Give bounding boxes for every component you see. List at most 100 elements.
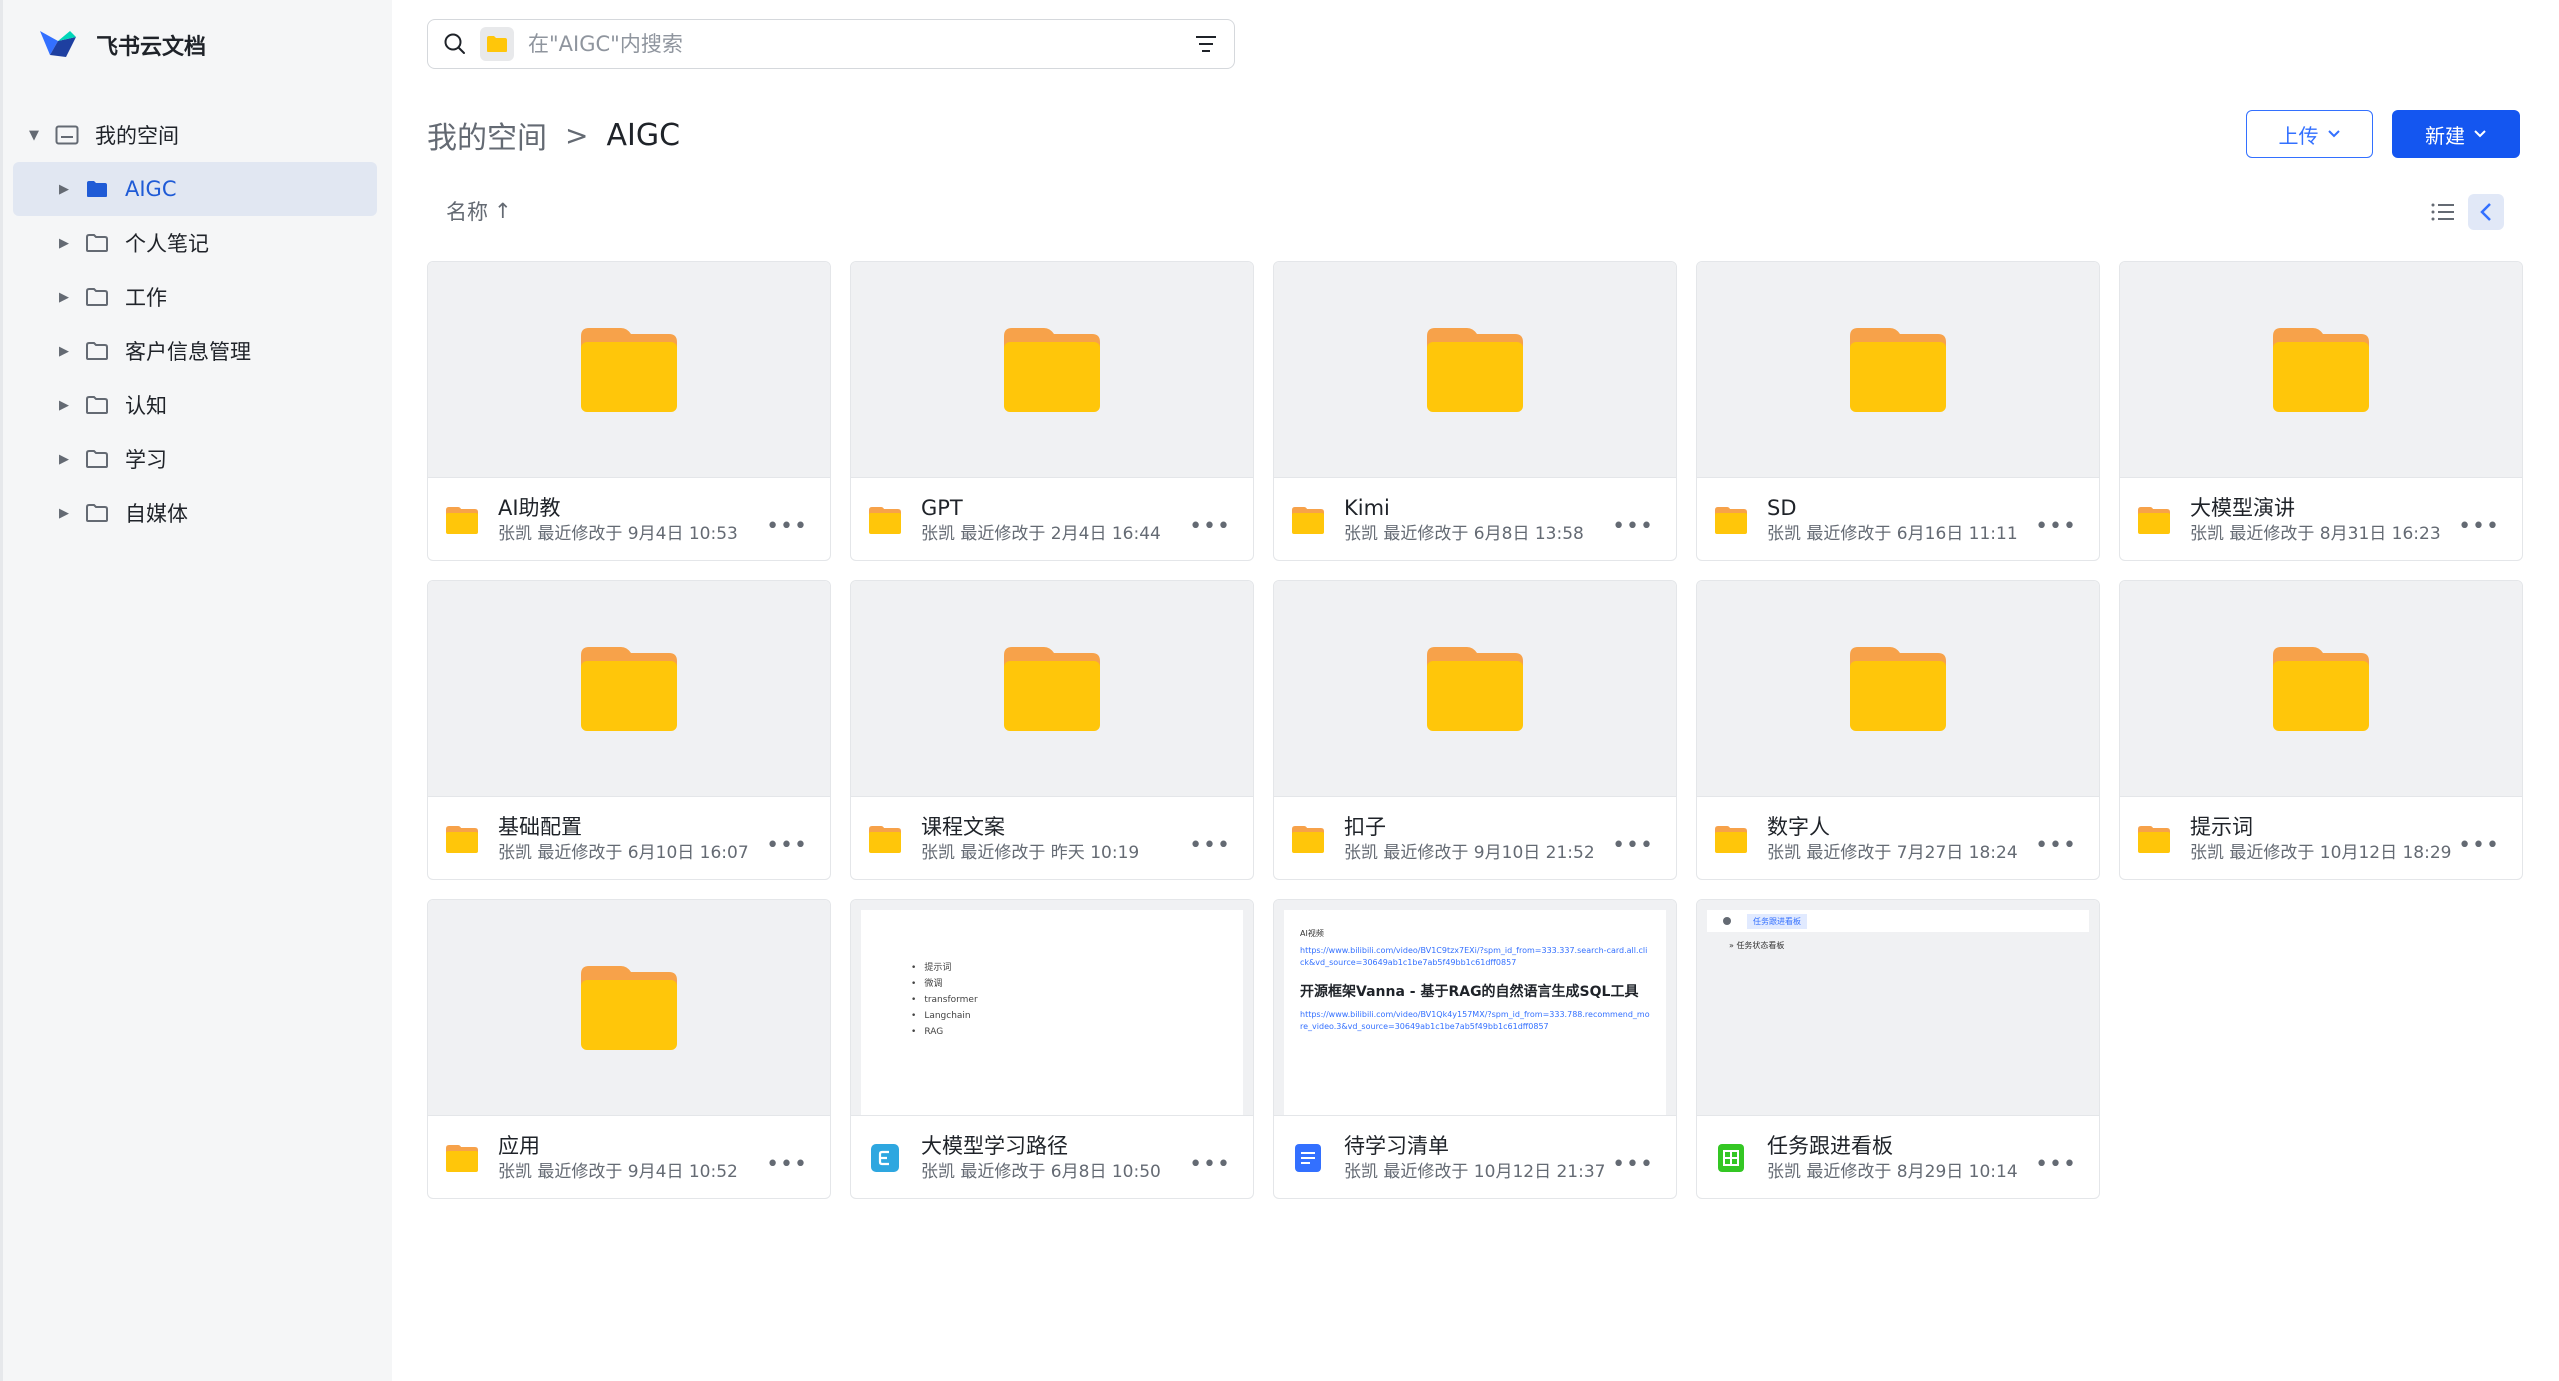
folder-thumbnail-icon bbox=[1850, 646, 1946, 731]
folder-card[interactable]: GPT 张凯 最近修改于 2月4日 16:44 ••• bbox=[850, 261, 1254, 561]
more-options-icon[interactable]: ••• bbox=[2035, 1152, 2077, 1177]
sidebar-item[interactable]: ▶ 学习 bbox=[13, 432, 377, 486]
folder-icon bbox=[1292, 507, 1324, 534]
sidebar-item[interactable]: ▶ 个人笔记 bbox=[13, 216, 377, 270]
upload-button[interactable]: 上传 bbox=[2246, 110, 2373, 158]
more-options-icon[interactable]: ••• bbox=[1189, 514, 1231, 539]
sidebar-item-label: 学习 bbox=[125, 448, 167, 472]
list-view-icon[interactable] bbox=[2428, 198, 2458, 226]
filter-icon[interactable] bbox=[1192, 30, 1220, 58]
brand-name: 飞书云文档 bbox=[96, 35, 207, 60]
search-bar[interactable] bbox=[427, 19, 1235, 69]
card-meta: 扣子 张凯 最近修改于 9月10日 21:52 ••• bbox=[1274, 797, 1676, 879]
more-options-icon[interactable]: ••• bbox=[2458, 514, 2500, 539]
more-options-icon[interactable]: ••• bbox=[1612, 833, 1654, 858]
caret-right-icon[interactable]: ▶ bbox=[53, 340, 75, 362]
more-options-icon[interactable]: ••• bbox=[1612, 514, 1654, 539]
caret-right-icon[interactable]: ▶ bbox=[53, 286, 75, 308]
chevron-down-icon bbox=[2327, 130, 2340, 138]
sort-by-name[interactable]: 名称 ↑ bbox=[446, 196, 512, 226]
caret-right-icon[interactable]: ▶ bbox=[53, 502, 75, 524]
folder-card[interactable]: 课程文案 张凯 最近修改于 昨天 10:19 ••• bbox=[850, 580, 1254, 880]
sidebar-item-label: 认知 bbox=[125, 394, 167, 418]
more-options-icon[interactable]: ••• bbox=[766, 514, 808, 539]
caret-right-icon[interactable]: ▶ bbox=[53, 178, 75, 200]
folder-icon bbox=[86, 396, 108, 414]
sheet-preview: 任务跟进看板» 任务状态看板 bbox=[1707, 910, 2089, 1115]
folder-tree: ▼ 我的空间 ▶ AIGC ▶ 个人笔记 ▶ 工作 ▶ 客户信息管理 ▶ 认知 ▶ 学习 ▶ 自媒体 bbox=[13, 108, 377, 540]
folder-card[interactable]: 应用 张凯 最近修改于 9月4日 10:52 ••• bbox=[427, 899, 831, 1199]
caret-right-icon[interactable]: ▶ bbox=[53, 394, 75, 416]
folder-card[interactable]: AI助教 张凯 最近修改于 9月4日 10:53 ••• bbox=[427, 261, 831, 561]
file-card[interactable]: 任务跟进看板» 任务状态看板 任务跟进看板 张凯 最近修改于 8月29日 10:14… bbox=[1696, 899, 2100, 1199]
sidebar-item[interactable]: ▶ 认知 bbox=[13, 378, 377, 432]
sidebar-item[interactable]: ▶ AIGC bbox=[13, 162, 377, 216]
folder-card[interactable]: 提示词 张凯 最近修改于 10月12日 18:29 ••• bbox=[2119, 580, 2523, 880]
folder-thumbnail-icon bbox=[581, 327, 677, 412]
breadcrumb-root[interactable]: 我的空间 bbox=[427, 113, 547, 157]
folder-card[interactable]: SD 张凯 最近修改于 6月16日 11:11 ••• bbox=[1696, 261, 2100, 561]
card-thumbnail bbox=[428, 900, 830, 1116]
folder-icon bbox=[86, 234, 108, 252]
card-thumbnail bbox=[2120, 581, 2522, 797]
doc-preview: AI视频 https://www.bilibili.com/video/BV1C9… bbox=[1284, 910, 1666, 1115]
more-options-icon[interactable]: ••• bbox=[2035, 514, 2077, 539]
chevron-left-icon bbox=[2480, 203, 2491, 221]
tree-root-my-space[interactable]: ▼ 我的空间 bbox=[13, 108, 377, 162]
folder-card[interactable]: 扣子 张凯 最近修改于 9月10日 21:52 ••• bbox=[1273, 580, 1677, 880]
folder-icon bbox=[1715, 826, 1747, 853]
card-meta: 基础配置 张凯 最近修改于 6月10日 16:07 ••• bbox=[428, 797, 830, 879]
card-thumbnail bbox=[2120, 262, 2522, 478]
card-thumbnail bbox=[428, 581, 830, 797]
preview-link: https://www.bilibili.com/video/BV1Qk4y15… bbox=[1300, 1010, 1650, 1031]
sidebar-item[interactable]: ▶ 客户信息管理 bbox=[13, 324, 377, 378]
card-thumbnail: 任务跟进看板» 任务状态看板 bbox=[1697, 900, 2099, 1116]
card-meta: 提示词 张凯 最近修改于 10月12日 18:29 ••• bbox=[2120, 797, 2522, 879]
more-options-icon[interactable]: ••• bbox=[766, 833, 808, 858]
card-meta: 任务跟进看板 张凯 最近修改于 8月29日 10:14 ••• bbox=[1697, 1116, 2099, 1198]
card-meta: 数字人 张凯 最近修改于 7月27日 18:24 ••• bbox=[1697, 797, 2099, 879]
sidebar-item[interactable]: ▶ 自媒体 bbox=[13, 486, 377, 540]
card-thumbnail: 提示词微调transformerLangchainRAG bbox=[851, 900, 1253, 1116]
file-card[interactable]: AI视频 https://www.bilibili.com/video/BV1C9… bbox=[1273, 899, 1677, 1199]
card-thumbnail bbox=[1697, 581, 2099, 797]
card-meta: 大模型演讲 张凯 最近修改于 8月31日 16:23 ••• bbox=[2120, 478, 2522, 560]
search-input[interactable] bbox=[528, 32, 1192, 56]
new-button[interactable]: 新建 bbox=[2392, 110, 2520, 158]
caret-right-icon[interactable]: ▶ bbox=[53, 232, 75, 254]
card-meta: 待学习清单 张凯 最近修改于 10月12日 21:37 ••• bbox=[1274, 1116, 1676, 1198]
file-card[interactable]: 提示词微调transformerLangchainRAG大模型学习路径张凯 最近… bbox=[850, 899, 1254, 1199]
preview-title: 开源框架Vanna - 基于RAG的自然语言生成SQL工具 bbox=[1300, 984, 1639, 1000]
folder-icon bbox=[86, 504, 108, 522]
folder-card[interactable]: Kimi 张凯 最近修改于 6月8日 13:58 ••• bbox=[1273, 261, 1677, 561]
more-options-icon[interactable]: ••• bbox=[1612, 1152, 1654, 1177]
folder-card[interactable]: 基础配置 张凯 最近修改于 6月10日 16:07 ••• bbox=[427, 580, 831, 880]
more-options-icon[interactable]: ••• bbox=[1189, 1152, 1231, 1177]
more-options-icon[interactable]: ••• bbox=[1189, 833, 1231, 858]
more-options-icon[interactable]: ••• bbox=[2458, 833, 2500, 858]
collapse-panel-button[interactable] bbox=[2468, 194, 2504, 230]
sidebar-item-label: AIGC bbox=[125, 177, 177, 201]
folder-icon bbox=[869, 826, 901, 853]
search-icon bbox=[444, 33, 465, 54]
folder-icon bbox=[446, 826, 478, 853]
caret-right-icon[interactable]: ▶ bbox=[53, 448, 75, 470]
card-thumbnail bbox=[851, 262, 1253, 478]
card-thumbnail bbox=[1697, 262, 2099, 478]
sheet-icon bbox=[1718, 1144, 1744, 1172]
sidebar-item-label: 个人笔记 bbox=[125, 232, 209, 256]
more-options-icon[interactable]: ••• bbox=[2035, 833, 2077, 858]
search-scope-folder-icon bbox=[480, 27, 514, 61]
card-meta: GPT 张凯 最近修改于 2月4日 16:44 ••• bbox=[851, 478, 1253, 560]
more-options-icon[interactable]: ••• bbox=[766, 1152, 808, 1177]
brand[interactable]: 飞书云文档 bbox=[36, 26, 206, 64]
preview-line: 微调 bbox=[911, 976, 978, 992]
sidebar-item[interactable]: ▶ 工作 bbox=[13, 270, 377, 324]
caret-down-icon[interactable]: ▼ bbox=[23, 124, 45, 146]
folder-card[interactable]: 数字人 张凯 最近修改于 7月27日 18:24 ••• bbox=[1696, 580, 2100, 880]
sidebar: 飞书云文档 ▼ 我的空间 ▶ AIGC ▶ 个人笔记 ▶ 工作 ▶ 客户信息管理 ▶ 认知 ▶ 学习 ▶… bbox=[0, 0, 392, 1381]
preview-tab: 任务跟进看板 bbox=[1747, 913, 1807, 929]
folder-card[interactable]: 大模型演讲 张凯 最近修改于 8月31日 16:23 ••• bbox=[2119, 261, 2523, 561]
preview-heading: AI视频 bbox=[1300, 929, 1324, 938]
upload-button-label: 上传 bbox=[2278, 123, 2319, 148]
